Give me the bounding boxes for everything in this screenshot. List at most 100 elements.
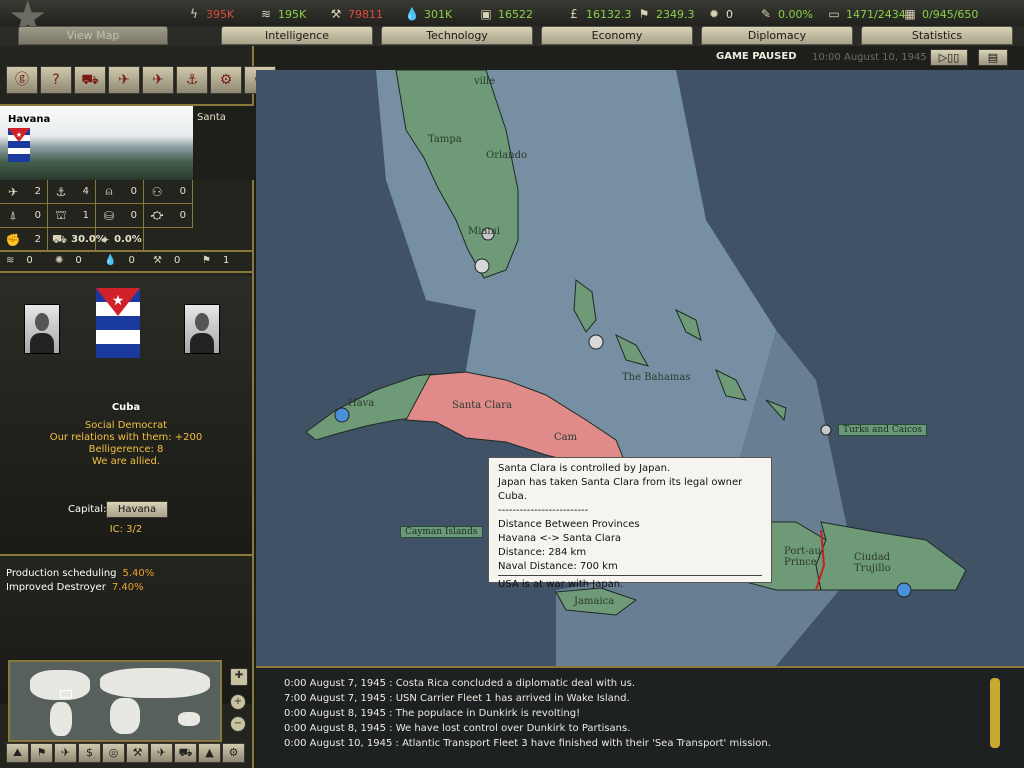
airbase-icon (588, 334, 604, 350)
log-scrollbar[interactable] (990, 678, 1000, 748)
log-message[interactable]: 0:00 August 7, 1945 : Costa Rica conclud… (284, 678, 635, 689)
play-pause-button[interactable]: ▷▯▯ (930, 49, 968, 66)
resource-energy[interactable]: ϟ 395K (186, 5, 234, 23)
rare-materials-icon: ⚒ (330, 7, 342, 21)
resource-value: 1471/2434 (846, 7, 906, 21)
resource-rare-materials[interactable]: ⚒ 79811 (328, 5, 383, 23)
head-of-government-portrait[interactable] (184, 304, 220, 354)
revolt-icon: ✦ (100, 232, 111, 247)
province-tooltip: Santa Clara is controlled by Japan. Japa… (488, 457, 772, 590)
province-resource: ⚑ 1 (202, 255, 251, 266)
map-mode-button[interactable]: $ (78, 743, 101, 763)
unit-filter-button[interactable]: ⚓ (176, 66, 208, 94)
energy-icon: ϟ (190, 7, 198, 21)
map-label-ciudad-trujillo: Ciudad Trujillo (854, 552, 891, 574)
country-name: Cuba (111, 402, 141, 413)
resource-value: 16132.3 (586, 7, 632, 21)
metal-res-icon: ≋ (6, 254, 15, 266)
top-resource-bar: ★ ϟ 395K ≋ 195K ⚒ 79811 💧 301K ▣ 16522 £16132.3 ⚑ 23… (0, 0, 1024, 40)
map-mode-button[interactable]: ⚒ (126, 743, 149, 763)
resource-dissent[interactable]: ✎ 0.00% (758, 5, 813, 23)
province-resources: ≋ 0 ✺ 0 💧 0 ⚒ 0 ⚑ 1 (0, 249, 254, 273)
cuba-flag-icon[interactable]: ★ (96, 288, 140, 358)
minimap-viewport[interactable] (60, 690, 72, 698)
zoom-in-button[interactable]: + (230, 694, 246, 710)
map-mode-button[interactable]: ⛟ (174, 743, 197, 763)
map-mode-button[interactable]: ◎ (102, 743, 125, 763)
unit-filter-button[interactable]: ✈ (108, 66, 140, 94)
cuba-flag-small-icon: ★ (8, 128, 30, 162)
zoom-out-button[interactable]: − (230, 716, 246, 732)
infra-percent-icon: ⛟ (52, 231, 68, 246)
province-stat-value: 1 (82, 210, 89, 221)
map-label-havana: Hava (348, 398, 375, 409)
unit-filter-button[interactable]: ⛟ (74, 66, 106, 94)
government-type: Social Democrat (84, 420, 168, 431)
tab-intelligence[interactable]: Intelligence (221, 26, 373, 45)
unit-filter-button[interactable]: ✈ (142, 66, 174, 94)
resource-manpower[interactable]: ▦ 0/945/650 (902, 5, 978, 23)
province-stat: ⚇ 0 (144, 180, 193, 204)
ic-factory-icon: ⚑ (638, 7, 650, 21)
resource-value: 16522 (498, 7, 533, 21)
tab-economy[interactable]: Economy (541, 26, 693, 45)
log-message[interactable]: 0:00 August 8, 1945 : We have lost contr… (284, 723, 630, 734)
research-item[interactable]: Production scheduling 5.40% (6, 568, 154, 579)
province-stat-value: 0.0% (114, 234, 142, 245)
unit-filter-button[interactable]: ⚙ (210, 66, 242, 94)
world-map[interactable]: Tampa Orlando Miami ville The Bahamas Ha… (256, 70, 1024, 666)
map-mode-button[interactable]: ⛰ (6, 743, 29, 763)
supplies-icon: ▣ (480, 7, 492, 21)
map-mode-button[interactable]: ⚙ (222, 743, 245, 763)
map-mode-button[interactable]: ✈ (54, 743, 77, 763)
capital-button[interactable]: Havana (106, 501, 168, 518)
manpower-icon: ▦ (904, 7, 916, 21)
map-mode-button[interactable]: ▲ (198, 743, 221, 763)
map-label-turks-caicos[interactable]: Turks and Caicos (838, 424, 928, 436)
resource-metal[interactable]: ≋ 195K (258, 5, 306, 23)
airbase-icon (474, 258, 490, 274)
resource-ic-factory[interactable]: ⚑ 2349.3 (636, 5, 695, 23)
resource-supplies[interactable]: ▣ 16522 (478, 5, 533, 23)
ic-res-icon: ⚑ (202, 254, 211, 266)
infrastructure-icon: ⛁ (103, 208, 115, 223)
coastal-fort-icon: ⛫ (55, 207, 67, 222)
log-message[interactable]: 0:00 August 10, 1945 : Atlantic Transpor… (284, 738, 771, 749)
resource-value: 0 (726, 7, 733, 21)
log-message[interactable]: 7:00 August 7, 1945 : USN Carrier Fleet … (284, 693, 630, 704)
belligerence-text: Belligerence: 8 (88, 444, 164, 455)
main-tabs: View Map Intelligence Technology Economy… (0, 26, 1024, 46)
tab-technology[interactable]: Technology (381, 26, 533, 45)
world-minimap[interactable] (8, 660, 222, 742)
resource-money[interactable]: £16132.3 (566, 5, 632, 23)
log-message[interactable]: 0:00 August 8, 1945 : The populace in Du… (284, 708, 580, 719)
airbase-icon: ✈ (7, 184, 19, 199)
center-map-button[interactable]: ✚ (230, 668, 248, 686)
capital-label: Capital: (68, 504, 107, 515)
menu-button[interactable]: ▤ (978, 49, 1008, 66)
map-mode-button[interactable]: ⚑ (30, 743, 53, 763)
province-stat-value: 2 (34, 186, 41, 197)
head-of-state-portrait[interactable] (24, 304, 60, 354)
map-mode-button[interactable]: ✈ (150, 743, 173, 763)
money-icon: £ (570, 7, 578, 21)
resource-oil[interactable]: 💧 301K (404, 5, 453, 23)
province-resource-value: 0 (75, 254, 82, 266)
resource-nuke[interactable]: ✹ 0 (706, 5, 733, 23)
map-label-tampa: Tampa (428, 134, 462, 145)
research-item[interactable]: Improved Destroyer 7.40% (6, 582, 144, 593)
resource-transports[interactable]: ▭ 1471/2434 (826, 5, 906, 23)
tab-statistics[interactable]: Statistics (861, 26, 1013, 45)
unit-filter-button[interactable]: ? (40, 66, 72, 94)
province-resource: ✺ 0 (55, 255, 104, 266)
tab-diplomacy[interactable]: Diplomacy (701, 26, 853, 45)
tab-view-map[interactable]: View Map (18, 26, 168, 45)
anti-air-icon: ⍝ (105, 184, 113, 198)
transports-icon: ▭ (828, 7, 840, 21)
map-label-cayman[interactable]: Cayman Islands (400, 526, 483, 538)
unit-filter-button[interactable]: ⓖ (6, 66, 38, 94)
message-log: 0:00 August 7, 1945 : Costa Rica conclud… (256, 666, 1024, 768)
resource-value: 195K (278, 7, 307, 21)
naval-base-icon: ⚓ (55, 184, 67, 199)
neighbor-province-panel[interactable]: Santa (193, 106, 254, 180)
